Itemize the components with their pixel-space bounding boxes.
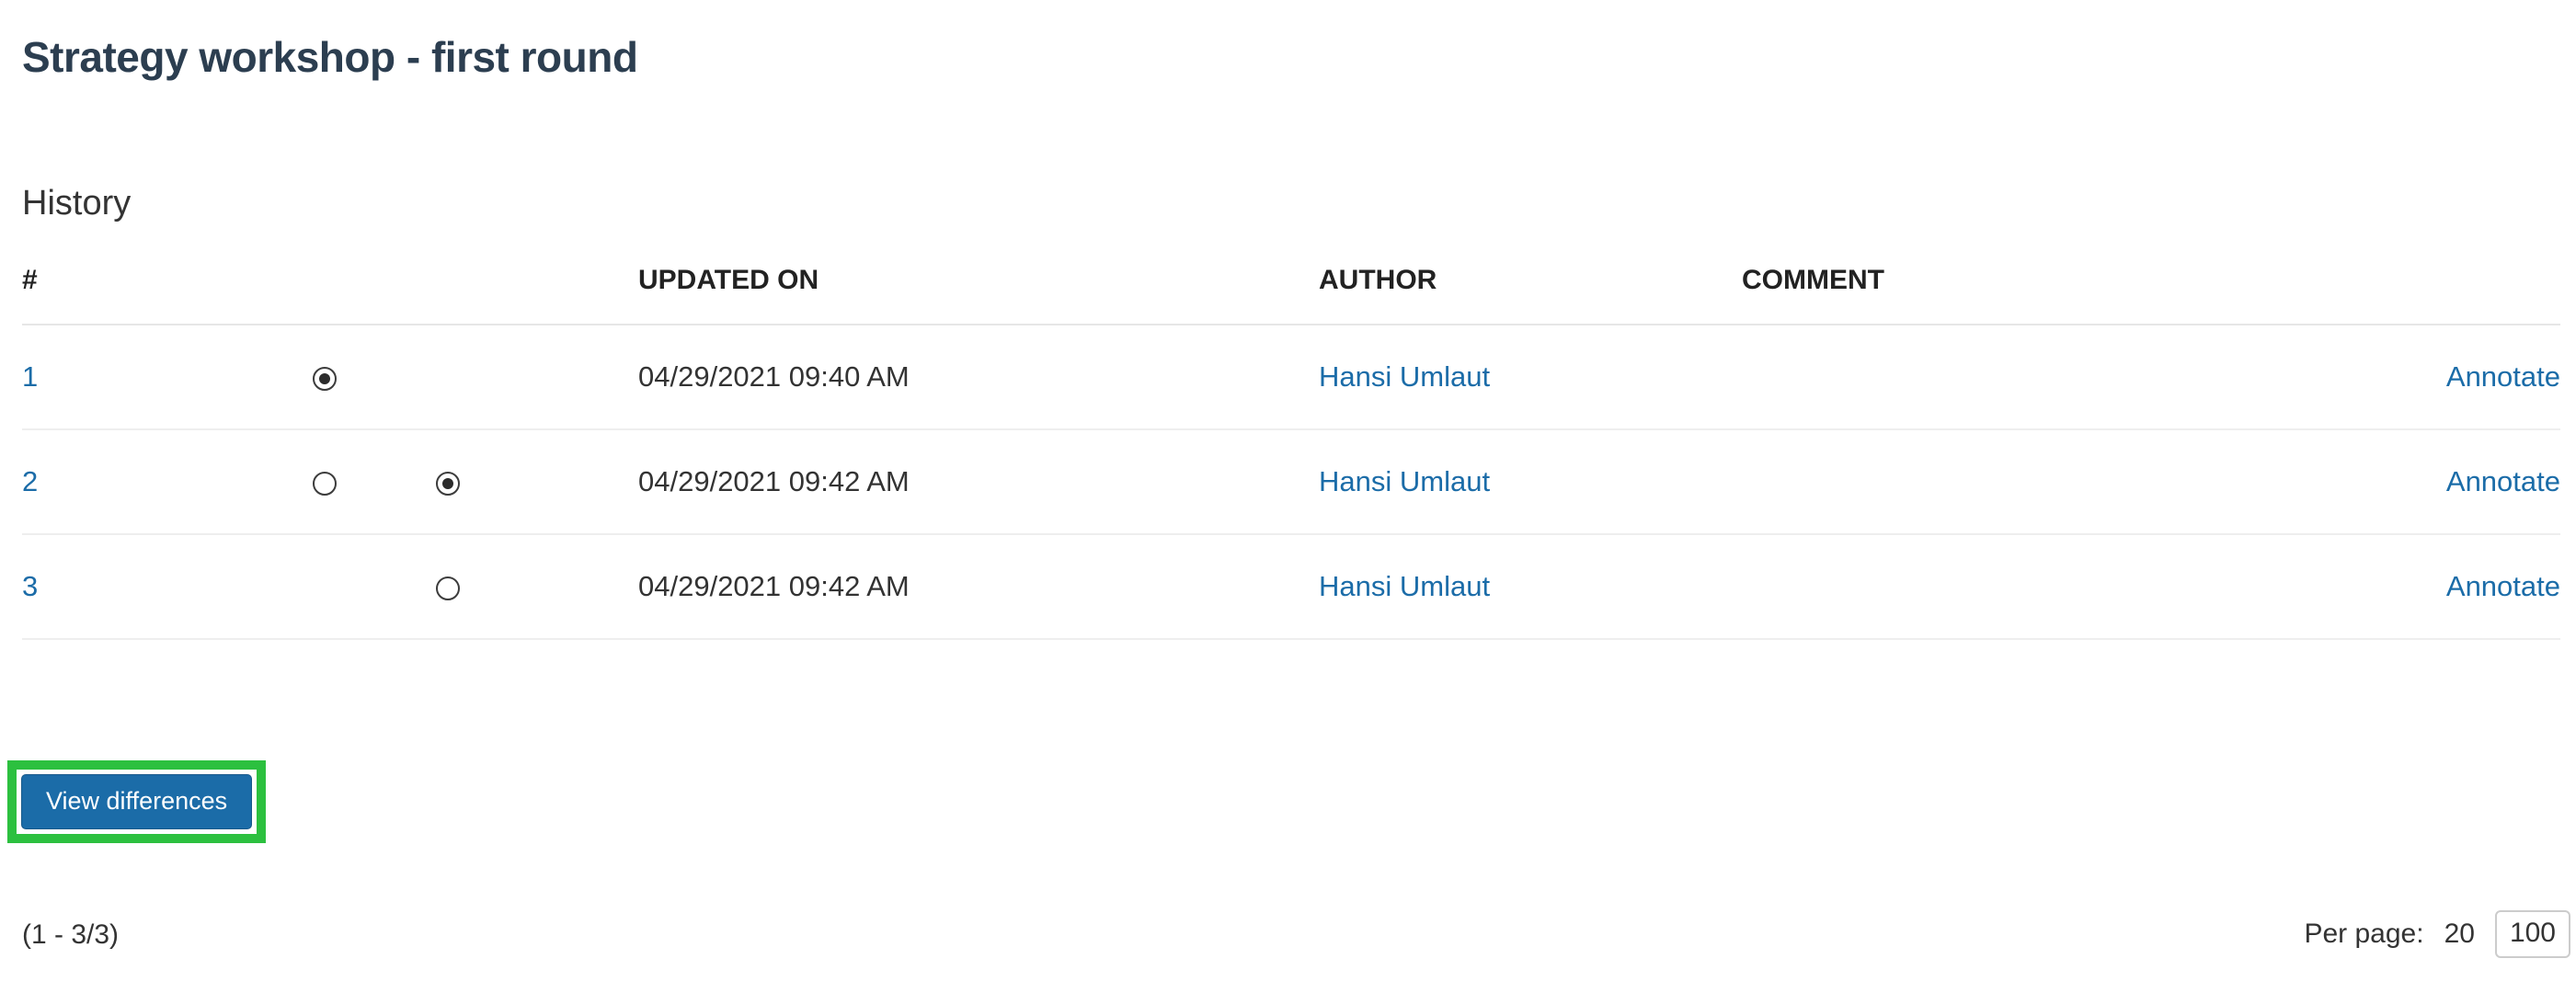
radio-to-2[interactable] [436,471,460,496]
cell-author: Hansi Umlaut [1319,534,1742,640]
history-table-head: # UPDATED ON AUTHOR COMMENT [22,232,2560,325]
view-differences-button[interactable]: View differences [21,774,253,829]
cell-radio-to [399,429,638,535]
column-header-action [2257,232,2560,325]
cell-updated-on: 04/29/2021 09:42 AM [638,429,1319,535]
cell-radio-from [280,534,399,640]
table-row: 3 04/29/2021 09:42 AM Hansi Umlaut Annotate [22,534,2560,640]
version-number-link[interactable]: 2 [22,465,38,497]
cell-comment [1742,325,2257,430]
cell-action: Annotate [2257,534,2560,640]
cell-author: Hansi Umlaut [1319,429,1742,535]
column-header-updated-on: UPDATED ON [638,232,1319,325]
cell-version-number: 1 [22,325,280,430]
history-table: # UPDATED ON AUTHOR COMMENT 1 04/29/2021 … [22,232,2560,640]
history-page: Strategy workshop - first round History … [0,0,2576,993]
cell-radio-to [399,325,638,430]
history-table-body: 1 04/29/2021 09:40 AM Hansi Umlaut Annotate… [22,325,2560,640]
cell-comment [1742,429,2257,535]
section-heading-history: History [22,183,132,223]
cell-updated-on: 04/29/2021 09:40 AM [638,325,1319,430]
cell-radio-from [280,325,399,430]
annotate-link[interactable]: Annotate [2446,570,2560,602]
annotate-link[interactable]: Annotate [2446,360,2560,393]
per-page-option-20[interactable]: 20 [2444,919,2475,950]
cell-updated-on: 04/29/2021 09:42 AM [638,534,1319,640]
result-range: (1 - 3/3) [22,919,120,950]
author-link[interactable]: Hansi Umlaut [1319,465,1490,497]
radio-to-wrapper [399,465,460,497]
version-number-link[interactable]: 1 [22,360,38,393]
radio-from-2[interactable] [313,471,337,496]
table-row: 2 04/29/2021 09:42 AM Hansi Umlaut Annotate [22,429,2560,535]
cell-comment [1742,534,2257,640]
cell-radio-from [280,429,399,535]
table-row: 1 04/29/2021 09:40 AM Hansi Umlaut Annotate [22,325,2560,430]
version-number-link[interactable]: 3 [22,570,38,602]
radio-from-wrapper [280,465,337,497]
column-header-number: # [22,232,280,325]
cell-version-number: 2 [22,429,280,535]
per-page-controls: Per page: 20 100 [2304,910,2570,958]
table-header-row: # UPDATED ON AUTHOR COMMENT [22,232,2560,325]
column-header-radio-a [280,232,399,325]
column-header-comment: COMMENT [1742,232,2257,325]
cell-action: Annotate [2257,429,2560,535]
per-page-label: Per page: [2304,919,2424,949]
column-header-radio-b [399,232,638,325]
cell-author: Hansi Umlaut [1319,325,1742,430]
radio-to-wrapper [399,570,460,602]
author-link[interactable]: Hansi Umlaut [1319,360,1490,393]
annotate-link[interactable]: Annotate [2446,465,2560,497]
cell-version-number: 3 [22,534,280,640]
per-page-option-100-selected[interactable]: 100 [2494,910,2570,958]
cell-radio-to [399,534,638,640]
cell-action: Annotate [2257,325,2560,430]
column-header-author: AUTHOR [1319,232,1742,325]
page-title: Strategy workshop - first round [22,32,638,81]
radio-from-1[interactable] [313,366,337,391]
radio-from-wrapper [280,360,337,393]
view-differences-highlight-inner: View differences [17,770,258,834]
author-link[interactable]: Hansi Umlaut [1319,570,1490,602]
radio-to-3[interactable] [436,576,460,600]
view-differences-highlight-box: View differences [7,760,267,843]
